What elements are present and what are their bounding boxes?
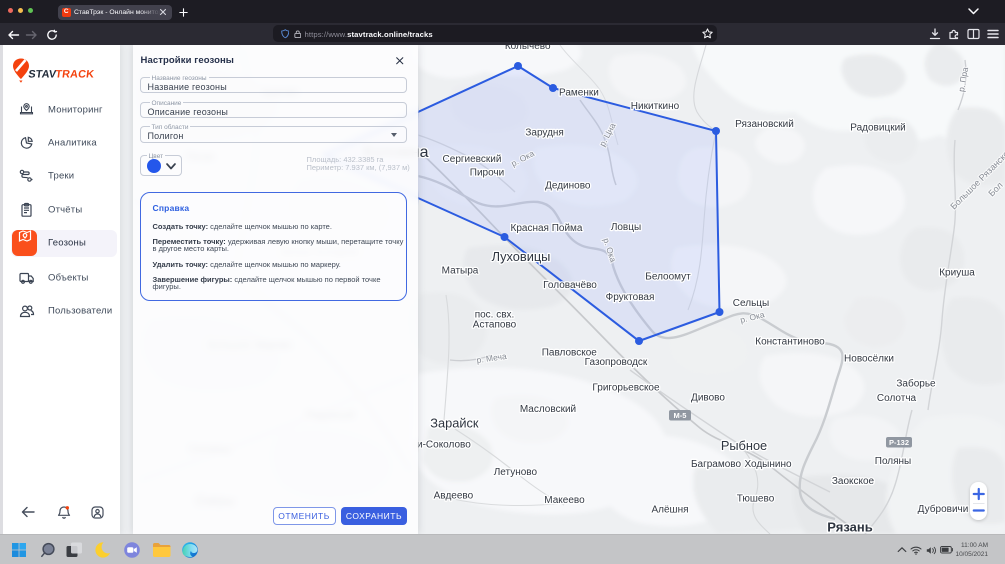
svg-text:Колычево: Колычево bbox=[505, 45, 551, 52]
svg-text:Поляны: Поляны bbox=[875, 456, 912, 467]
svg-text:Константиново: Константиново bbox=[755, 337, 825, 348]
svg-text:Газопроводск: Газопроводск bbox=[585, 357, 648, 368]
svg-text:Зарудня: Зарудня bbox=[525, 128, 564, 139]
svg-text:Григорьевское: Григорьевское bbox=[592, 383, 660, 394]
svg-text:Пирочи: Пирочи bbox=[470, 168, 504, 179]
svg-text:STAV: STAV bbox=[28, 69, 58, 81]
svg-text:Ловцы: Ловцы bbox=[611, 222, 641, 233]
svg-text:Новосёлки: Новосёлки bbox=[844, 354, 894, 365]
svg-text:Криуша: Криуша bbox=[939, 268, 975, 279]
svg-text:Красная Пойма: Красная Пойма bbox=[511, 223, 583, 234]
svg-text:Тюшево: Тюшево bbox=[737, 494, 775, 505]
svg-text:Дивово: Дивово bbox=[691, 393, 725, 404]
svg-text:Солотча: Солотча bbox=[877, 393, 917, 404]
svg-text:Луховицы: Луховицы bbox=[492, 249, 551, 264]
svg-text:Масловский: Масловский bbox=[520, 404, 576, 415]
svg-text:Дубровичи: Дубровичи bbox=[918, 503, 969, 515]
svg-text:Радовицкий: Радовицкий bbox=[850, 123, 905, 134]
svg-text:Заборье: Заборье bbox=[896, 378, 936, 390]
svg-text:Алёшня: Алёшня bbox=[651, 505, 688, 516]
svg-text:Ходынино: Ходынино bbox=[744, 459, 792, 470]
svg-text:TRACK: TRACK bbox=[55, 69, 95, 81]
svg-text:Головачёво: Головачёво bbox=[543, 280, 597, 291]
svg-text:и-Соколово: и-Соколово bbox=[417, 440, 471, 451]
svg-text:Астапово: Астапово bbox=[473, 320, 517, 331]
svg-text:Баграмово: Баграмово bbox=[691, 459, 742, 470]
svg-text:Рязань: Рязань bbox=[827, 520, 872, 535]
svg-text:Никиткино: Никиткино bbox=[631, 101, 680, 112]
svg-text:Сельцы: Сельцы bbox=[733, 298, 769, 309]
svg-text:М-5: М-5 bbox=[674, 411, 687, 420]
svg-text:Р-132: Р-132 bbox=[889, 438, 909, 447]
svg-text:Раменки: Раменки bbox=[559, 87, 599, 98]
svg-text:Летуново: Летуново bbox=[494, 467, 538, 478]
svg-text:Дединово: Дединово bbox=[545, 181, 591, 192]
svg-text:Зарайск: Зарайск bbox=[430, 416, 479, 431]
svg-text:Рязановский: Рязановский bbox=[735, 119, 794, 130]
svg-text:Матыра: Матыра bbox=[442, 266, 479, 277]
svg-text:Макеево: Макеево bbox=[544, 495, 585, 506]
svg-text:Заокское: Заокское bbox=[832, 476, 875, 487]
svg-text:Фруктовая: Фруктовая bbox=[606, 292, 655, 303]
svg-text:Авдеево: Авдеево bbox=[434, 491, 474, 502]
svg-text:Сергиевский: Сергиевский bbox=[443, 154, 502, 165]
svg-text:Белоомут: Белоомут bbox=[645, 272, 691, 283]
svg-text:Рыбное: Рыбное bbox=[721, 438, 767, 453]
